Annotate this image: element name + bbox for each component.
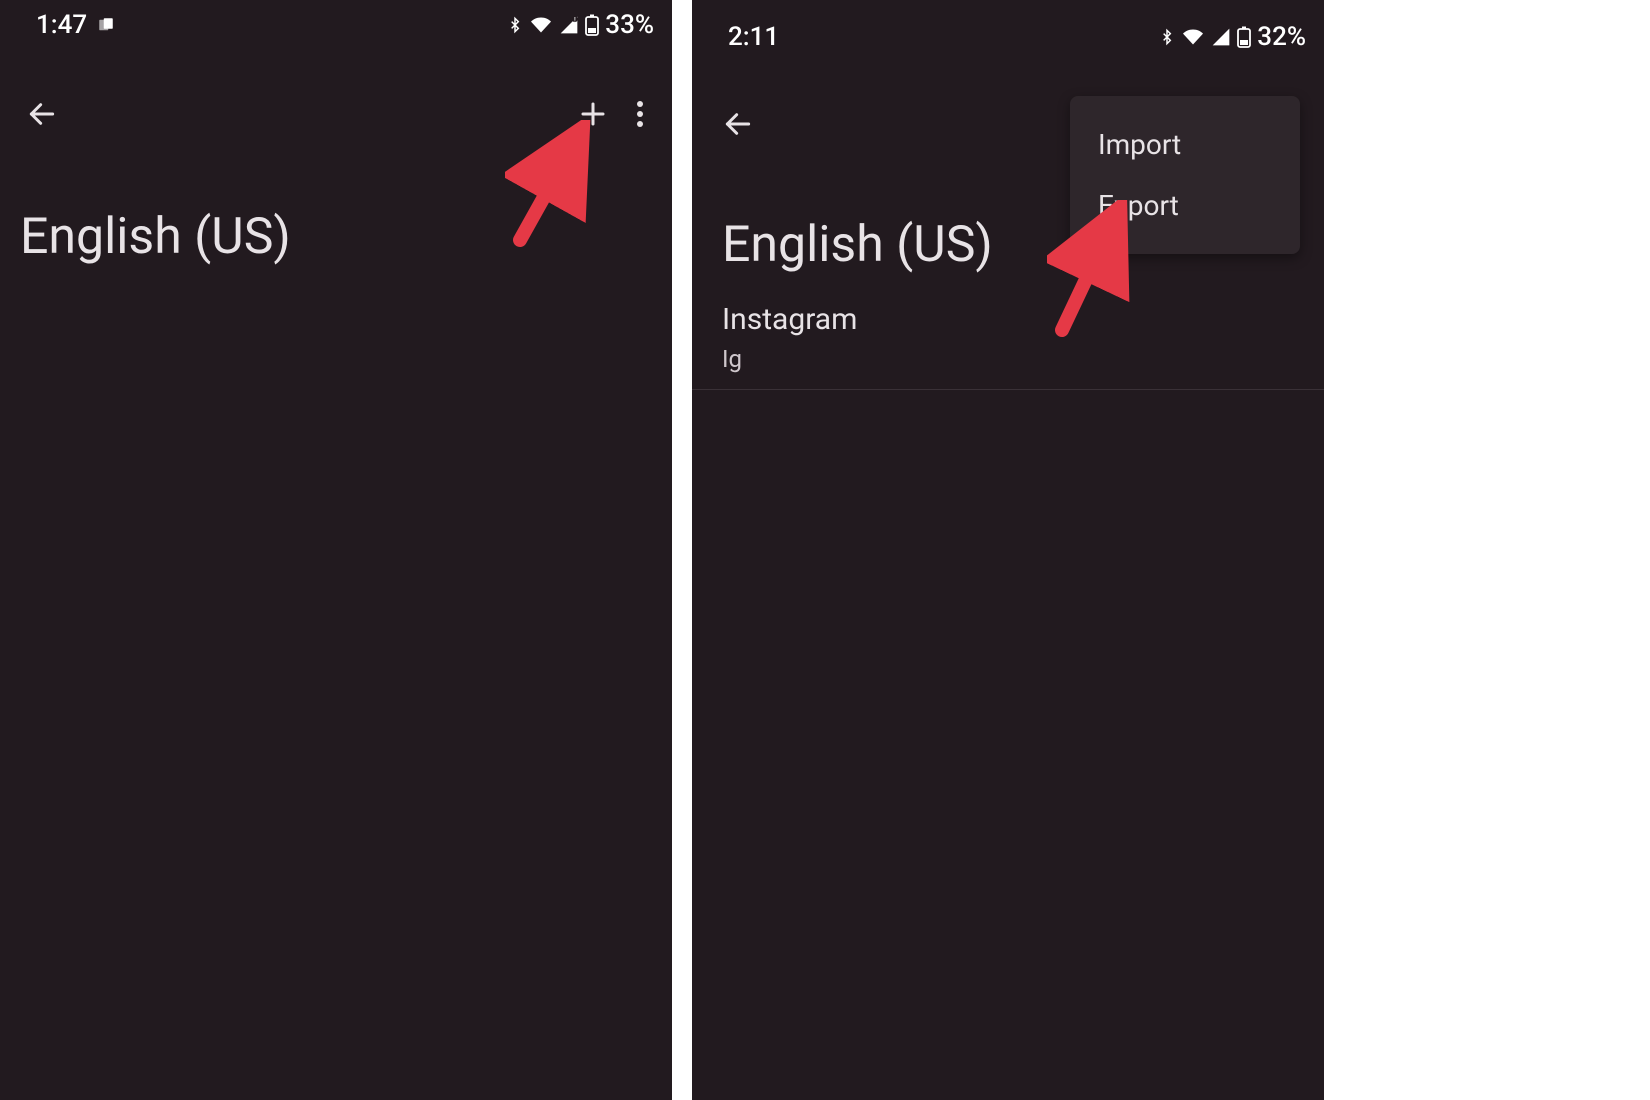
add-button[interactable] (578, 99, 608, 129)
arrow-left-icon (26, 98, 58, 130)
status-right: ! 33% (507, 10, 654, 40)
battery-percent: 33% (605, 10, 654, 40)
status-bar: 1:47 ! 33% (0, 0, 672, 50)
more-vertical-icon (636, 100, 644, 128)
overflow-menu-popup: Import Export (1070, 96, 1300, 254)
overflow-menu-button[interactable] (636, 100, 644, 128)
back-button[interactable] (18, 90, 66, 138)
dictionary-entry[interactable]: Instagram Ig (692, 274, 1324, 390)
menu-item-import[interactable]: Import (1070, 114, 1300, 175)
arrow-left-icon (722, 108, 754, 140)
screenshot-right: 2:11 32% English (US) Instagram Ig Impor… (692, 0, 1324, 1100)
battery-icon (1237, 26, 1251, 48)
status-bar: 2:11 32% (692, 0, 1324, 68)
back-button[interactable] (714, 100, 762, 148)
status-left: 2:11 (728, 22, 779, 52)
wifi-icon (1181, 27, 1205, 47)
entry-shortcut: Ig (722, 345, 1324, 373)
bluetooth-icon (507, 14, 523, 36)
signal-icon (1211, 27, 1231, 47)
svg-text:!: ! (574, 16, 576, 24)
wifi-icon (529, 15, 553, 35)
app-recent-icon (97, 16, 115, 34)
screenshot-left: 1:47 ! 33% English (US) (0, 0, 672, 1100)
page-title: English (US) (0, 148, 672, 266)
battery-percent: 32% (1257, 22, 1306, 52)
battery-icon (585, 14, 599, 36)
clock: 2:11 (728, 22, 779, 52)
app-bar (0, 50, 672, 148)
plus-icon (578, 99, 608, 129)
status-right: 32% (1159, 22, 1306, 52)
menu-item-export[interactable]: Export (1070, 175, 1300, 236)
signal-icon: ! (559, 15, 579, 35)
bluetooth-icon (1159, 26, 1175, 48)
action-group (578, 99, 644, 129)
status-left: 1:47 (36, 10, 115, 40)
entry-word: Instagram (722, 302, 1324, 337)
clock: 1:47 (36, 10, 87, 40)
